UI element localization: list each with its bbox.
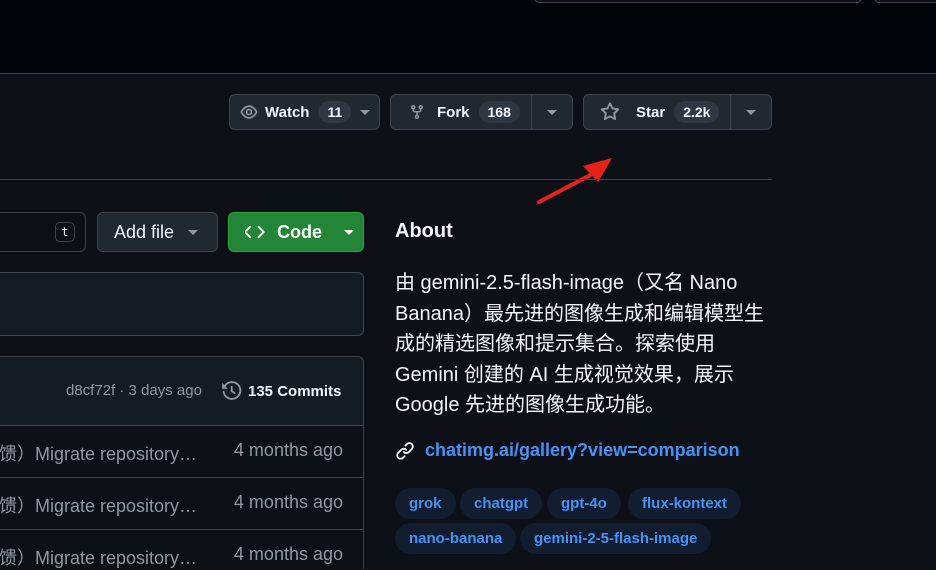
triangle-down-icon bbox=[188, 229, 199, 235]
add-file-label: Add file bbox=[114, 221, 175, 242]
top-header bbox=[0, 0, 936, 74]
commit-message[interactable]: 馈）Migrate repository… bbox=[0, 492, 197, 518]
table-row[interactable]: 馈）Migrate repository… 4 months ago bbox=[0, 529, 364, 569]
latest-commit-bar: d8cf72f · 3 days ago 135 Commits bbox=[0, 356, 364, 426]
commit-age: 4 months ago bbox=[233, 440, 343, 460]
topic-tag[interactable]: chatgpt bbox=[460, 488, 543, 519]
fork-label: Fork bbox=[437, 103, 470, 121]
topic-tag[interactable]: flux-kontext bbox=[628, 488, 742, 519]
topic-tag[interactable]: gemini-2-5-flash-image bbox=[520, 523, 712, 554]
commit-message[interactable]: 馈）Migrate repository… bbox=[0, 440, 197, 466]
about-description-line: Banana）最先进的图像生成和编辑模型生 bbox=[395, 302, 764, 325]
star-button[interactable]: Star 2.2k bbox=[584, 95, 730, 129]
commits-link[interactable]: 135 Commits bbox=[222, 381, 341, 401]
homepage-link[interactable]: chatimg.ai/gallery?view=comparison bbox=[395, 440, 740, 461]
commit-message[interactable]: 馈）Migrate repository… bbox=[0, 544, 197, 570]
header-button-stub[interactable] bbox=[874, 0, 936, 3]
homepage-link-text: chatimg.ai/gallery?view=comparison bbox=[425, 440, 740, 460]
commits-count: 135 Commits bbox=[248, 382, 342, 400]
table-row[interactable]: 馈）Migrate repository… 4 months ago bbox=[0, 477, 364, 529]
hotkey-hint: t bbox=[55, 222, 75, 242]
about-description-line: Gemini 创建的 AI 生成视觉效果，展示 bbox=[395, 363, 734, 386]
triangle-down-icon bbox=[547, 109, 557, 115]
header-search-stub[interactable] bbox=[534, 0, 862, 3]
repo-forked-icon bbox=[411, 104, 423, 120]
topic-tag[interactable]: nano-banana bbox=[395, 523, 517, 554]
repo-banner-panel bbox=[0, 272, 364, 336]
star-dropdown-button[interactable] bbox=[731, 95, 771, 129]
watch-button-group: Watch 11 bbox=[229, 94, 380, 130]
topic-tag[interactable]: grok bbox=[395, 488, 456, 519]
topic-tag[interactable]: gpt-4o bbox=[547, 488, 621, 519]
add-file-button[interactable]: Add file bbox=[97, 212, 218, 252]
fork-button[interactable]: Fork 168 bbox=[391, 95, 531, 129]
watch-dropdown-button[interactable] bbox=[351, 95, 379, 129]
fork-button-group: Fork 168 bbox=[390, 94, 573, 130]
fork-dropdown-button[interactable] bbox=[532, 95, 572, 129]
about-heading: About bbox=[395, 220, 453, 242]
about-description: 由 gemini-2.5-flash-image（又名 Nano Banana）… bbox=[395, 268, 785, 421]
triangle-down-icon bbox=[344, 229, 354, 235]
about-description-line: 由 gemini-2.5-flash-image（又名 Nano bbox=[395, 272, 738, 294]
commit-sha-time[interactable]: d8cf72f · 3 days ago bbox=[66, 382, 202, 399]
go-to-file-input[interactable]: t bbox=[0, 212, 86, 252]
fork-count: 168 bbox=[478, 101, 520, 123]
triangle-down-icon bbox=[360, 109, 371, 115]
code-label: Code bbox=[277, 221, 322, 242]
star-label: Star bbox=[636, 103, 666, 121]
watch-label: Watch bbox=[265, 103, 310, 121]
watch-button[interactable]: Watch 11 bbox=[230, 95, 352, 129]
code-icon bbox=[245, 225, 265, 239]
commit-age: 4 months ago bbox=[233, 492, 343, 512]
eye-icon bbox=[240, 105, 258, 119]
star-icon bbox=[600, 102, 620, 120]
watch-count: 11 bbox=[318, 101, 352, 123]
about-description-line: Google 先进的图像生成功能。 bbox=[395, 394, 666, 416]
link-icon bbox=[396, 441, 414, 460]
star-count: 2.2k bbox=[674, 101, 720, 123]
star-button-group: Star 2.2k bbox=[583, 94, 772, 130]
about-description-line: 成的精选图像和提示集合。探索使用 bbox=[395, 333, 715, 355]
history-icon bbox=[222, 381, 242, 400]
triangle-down-icon bbox=[746, 109, 756, 115]
commit-age: 4 months ago bbox=[233, 544, 343, 564]
header-divider bbox=[0, 179, 772, 180]
table-row[interactable]: 馈）Migrate repository… 4 months ago bbox=[0, 425, 364, 477]
code-button[interactable]: Code bbox=[228, 212, 364, 252]
annotation-arrow-icon bbox=[537, 158, 612, 204]
